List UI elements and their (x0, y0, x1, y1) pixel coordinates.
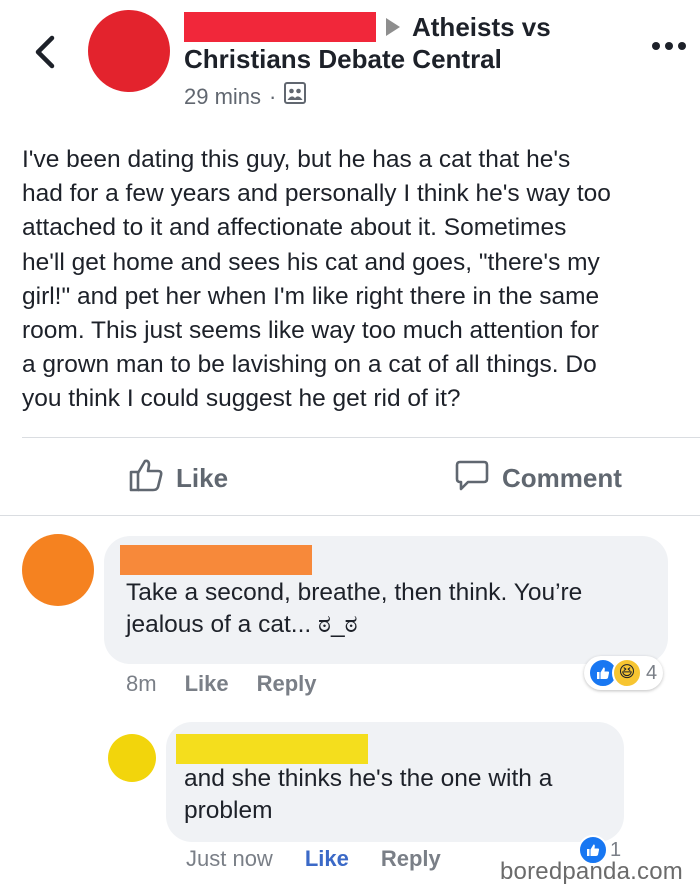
reply-reply-button[interactable]: Reply (381, 846, 441, 872)
replier-avatar[interactable] (108, 734, 156, 782)
group-icon (284, 82, 307, 111)
like-button[interactable]: Like (128, 456, 228, 500)
thumbs-up-icon (128, 457, 164, 500)
divider (22, 437, 700, 438)
comment-like-button[interactable]: Like (185, 671, 229, 697)
reply-text: and she thinks he's the one with a probl… (184, 763, 614, 827)
more-options-icon[interactable] (652, 42, 686, 50)
comment-line: jealous of a cat... ಠ_ಠ (126, 611, 358, 638)
comment-label: Comment (502, 462, 622, 493)
reply-time[interactable]: Just now (186, 846, 273, 872)
commenter-name-redacted (120, 545, 312, 575)
like-label: Like (176, 462, 229, 493)
group-name-continued[interactable]: Christians Debate Central (184, 42, 502, 76)
post-time[interactable]: 29 mins (184, 83, 261, 111)
arrow-right-icon (386, 18, 400, 36)
comment-text: Take a second, breathe, then think. You’… (126, 577, 656, 641)
group-name[interactable]: Atheists vs (412, 10, 551, 44)
comment-reply-button[interactable]: Reply (257, 671, 317, 697)
post-line: he'll get home and sees his cat and goes… (22, 248, 600, 276)
meta-separator: · (269, 83, 277, 109)
comment-icon (454, 457, 490, 500)
reply-line: and she thinks he's the one with a (184, 765, 553, 792)
post-line: attached to it and affectionate about it… (22, 214, 567, 242)
post-body: I've been dating this guy, but he has a … (22, 143, 694, 417)
comment-time[interactable]: 8m (126, 671, 157, 697)
comment-button[interactable]: Comment (454, 456, 622, 500)
poster-avatar[interactable] (88, 10, 170, 92)
reaction-summary[interactable]: 😆 4 (584, 656, 664, 690)
watermark: boredpanda.com (500, 858, 683, 885)
back-icon[interactable] (30, 34, 62, 70)
post-line: you think I could suggest he get rid of … (22, 385, 461, 413)
reply-line: problem (184, 797, 273, 824)
haha-icon: 😆 (612, 658, 642, 688)
reply-like-button[interactable]: Like (305, 846, 349, 872)
comment-line: Take a second, breathe, then think. You’… (126, 579, 583, 606)
post-line: a grown man to be lavishing on a cat of … (22, 351, 597, 379)
poster-name-redacted (184, 12, 376, 42)
reaction-count: 4 (646, 661, 658, 684)
comment-meta: 8m Like Reply (126, 670, 317, 698)
post-line: girl!" and pet her when I'm like right t… (22, 282, 600, 310)
post-line: room. This just seems like way too much … (22, 317, 599, 345)
replier-name-redacted (176, 734, 368, 764)
post-meta: 29 mins · (184, 82, 307, 111)
reply-meta: Just now Like Reply (186, 845, 441, 873)
divider (0, 515, 700, 516)
post-line: I've been dating this guy, but he has a … (22, 146, 571, 173)
post-line: had for a few years and personally I thi… (22, 180, 611, 208)
commenter-avatar[interactable] (22, 534, 94, 606)
